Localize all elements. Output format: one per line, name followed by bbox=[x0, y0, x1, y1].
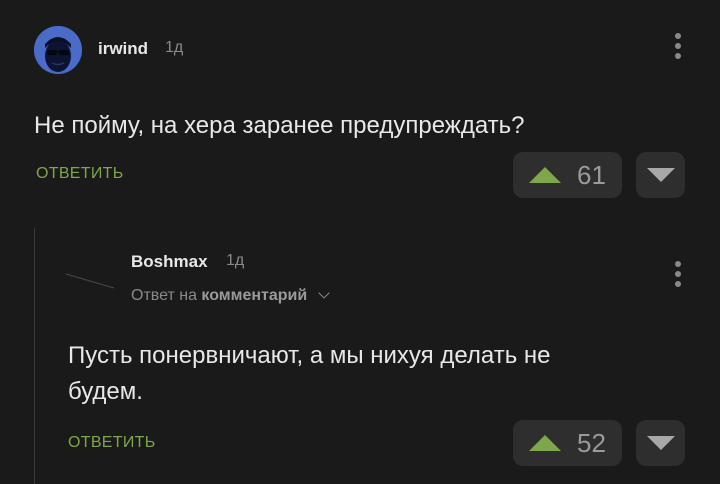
downvote-icon bbox=[646, 168, 675, 182]
upvote-icon bbox=[529, 167, 562, 183]
upvote-icon bbox=[529, 435, 562, 451]
reply-to-prefix: Ответ на bbox=[131, 287, 197, 304]
downvote-icon bbox=[646, 436, 675, 450]
kebab-menu-icon[interactable] bbox=[675, 261, 681, 291]
reply-connector-icon bbox=[66, 273, 114, 289]
comment-time: 1д bbox=[226, 252, 245, 269]
reply-button[interactable]: ОТВЕТИТЬ bbox=[68, 434, 156, 452]
vote-count: 52 bbox=[577, 427, 606, 458]
comment-author[interactable]: Boshmax bbox=[131, 252, 208, 272]
downvote-button[interactable] bbox=[636, 152, 685, 198]
kebab-menu-icon[interactable] bbox=[675, 33, 681, 63]
reply-button[interactable]: ОТВЕТИТЬ bbox=[36, 165, 124, 183]
comment-time: 1д bbox=[165, 39, 184, 56]
reply-to-link[interactable]: Ответ на комментарий bbox=[131, 287, 330, 305]
thread-line bbox=[34, 228, 35, 484]
avatar-image bbox=[34, 26, 82, 74]
avatar[interactable] bbox=[34, 26, 82, 74]
comment-text: Пусть понервничают, а мы нихуя делать не… bbox=[68, 338, 550, 410]
comment-text: Не пойму, на хера заранее предупреждать? bbox=[34, 112, 525, 139]
comment-author[interactable]: irwind bbox=[98, 39, 148, 59]
comment-text-line: Пусть понервничают, а мы нихуя делать не bbox=[68, 342, 551, 369]
chevron-down-icon bbox=[317, 287, 330, 299]
reply-to-target: комментарий bbox=[201, 287, 308, 304]
upvote-button[interactable]: 52 bbox=[513, 420, 622, 466]
downvote-button[interactable] bbox=[636, 420, 685, 466]
comment-text-line: будем. bbox=[68, 378, 143, 405]
upvote-button[interactable]: 61 bbox=[513, 152, 622, 198]
vote-count: 61 bbox=[577, 159, 606, 190]
